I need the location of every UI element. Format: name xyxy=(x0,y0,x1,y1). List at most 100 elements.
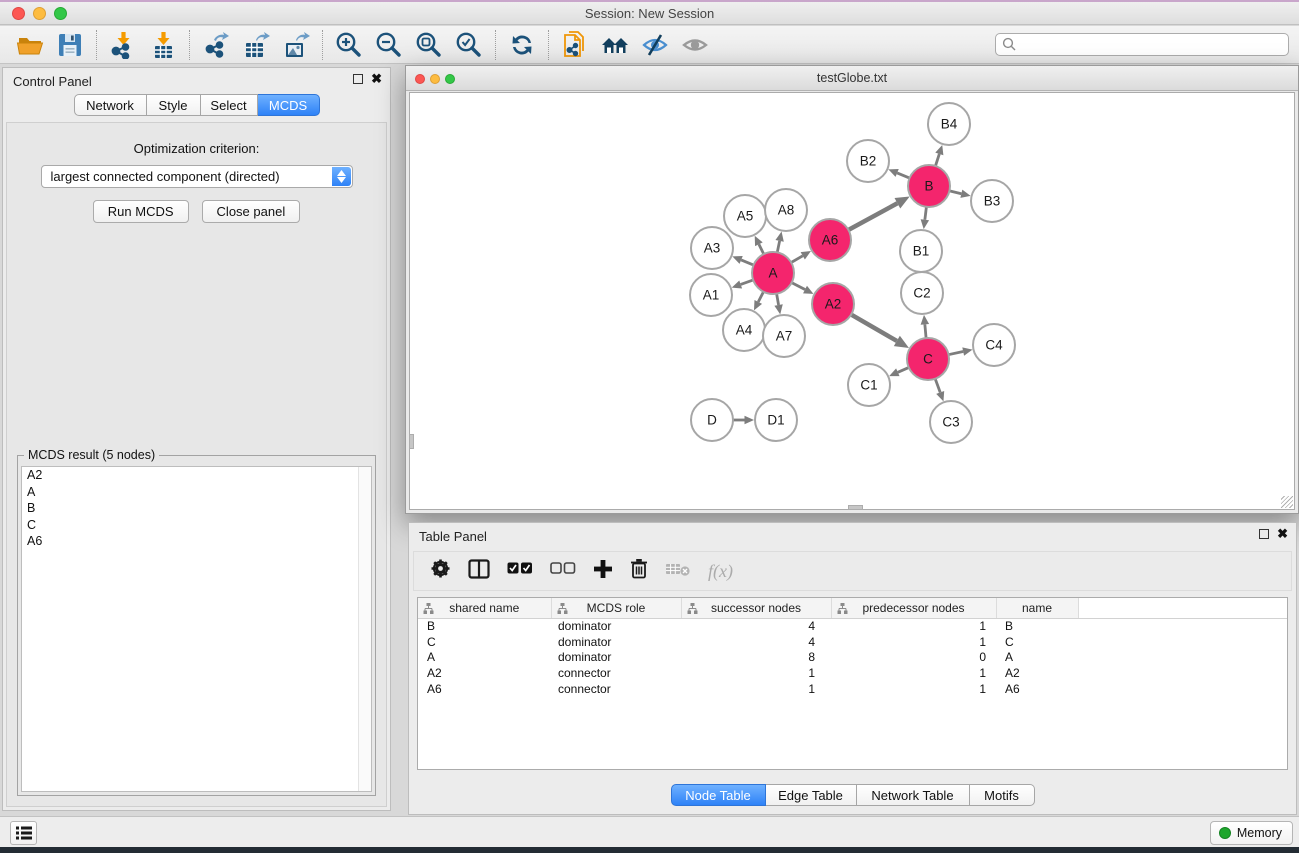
column-header-predecessor-nodes[interactable]: predecessor nodes xyxy=(831,598,996,618)
column-header-successor-nodes[interactable]: successor nodes xyxy=(681,598,831,618)
column-type-icon xyxy=(837,603,848,614)
table-cell[interactable]: A6 xyxy=(418,681,551,697)
close-panel-icon[interactable]: ✖ xyxy=(1277,529,1288,539)
close-panel-button[interactable]: Close panel xyxy=(202,200,301,223)
table-cell[interactable]: 1 xyxy=(831,665,996,681)
table-delete-column-button[interactable] xyxy=(630,558,648,584)
table-row[interactable]: Cdominator41C xyxy=(418,634,1287,650)
table-cell[interactable]: 1 xyxy=(681,681,831,697)
table-cell[interactable]: B xyxy=(996,618,1078,634)
tab-style[interactable]: Style xyxy=(147,94,201,116)
table-cell[interactable]: A xyxy=(418,650,551,666)
tab-edge-table[interactable]: Edge Table xyxy=(766,784,857,806)
tab-mcds[interactable]: MCDS xyxy=(258,94,320,116)
network-window-titlebar[interactable]: testGlobe.txt xyxy=(406,66,1298,91)
canvas-left-handle[interactable] xyxy=(409,434,414,449)
export-image-button[interactable] xyxy=(276,29,316,61)
function-builder-button[interactable]: f(x) xyxy=(708,561,733,582)
table-cell[interactable]: C xyxy=(996,634,1078,650)
zoom-in-button[interactable] xyxy=(329,29,369,61)
table-cell[interactable]: 0 xyxy=(831,650,996,666)
search-input[interactable] xyxy=(1021,38,1271,52)
import-table-button[interactable] xyxy=(143,29,183,61)
mcds-result-item[interactable]: A2 xyxy=(22,467,371,484)
table-cell[interactable]: 1 xyxy=(831,634,996,650)
column-header-filler xyxy=(1078,598,1287,618)
table-add-column-button[interactable] xyxy=(593,559,613,584)
table-cell[interactable]: A xyxy=(996,650,1078,666)
first-neighbors-button[interactable] xyxy=(595,29,635,61)
hide-selected-button[interactable] xyxy=(635,29,675,61)
table-deselect-all-button[interactable] xyxy=(550,562,576,580)
table-cell[interactable]: dominator xyxy=(551,650,681,666)
mcds-result-item[interactable]: A xyxy=(22,484,371,501)
criterion-select[interactable]: largest connected component (directed) xyxy=(41,165,353,188)
application-window: Session: New Session xyxy=(0,2,1299,847)
table-cell[interactable]: connector xyxy=(551,665,681,681)
graph-node-label: D xyxy=(707,413,717,428)
tab-select[interactable]: Select xyxy=(201,94,258,116)
tab-network[interactable]: Network xyxy=(74,94,147,116)
graph-node-label: B xyxy=(924,179,933,194)
toolbar-separator xyxy=(548,30,549,60)
window-resize-grip[interactable] xyxy=(1281,496,1293,508)
new-network-from-selection-button[interactable] xyxy=(555,29,595,61)
graph-node-label: A3 xyxy=(704,241,721,256)
table-cell[interactable]: 1 xyxy=(831,618,996,634)
table-cell[interactable]: A2 xyxy=(418,665,551,681)
mcds-result-item[interactable]: A6 xyxy=(22,533,371,550)
table-cell[interactable]: 4 xyxy=(681,618,831,634)
table-cell[interactable]: 4 xyxy=(681,634,831,650)
import-network-button[interactable] xyxy=(103,29,143,61)
refresh-view-button[interactable] xyxy=(502,29,542,61)
tab-motifs[interactable]: Motifs xyxy=(970,784,1035,806)
table-row[interactable]: Bdominator41B xyxy=(418,618,1287,634)
open-session-button[interactable] xyxy=(10,29,50,61)
export-network-button[interactable] xyxy=(196,29,236,61)
table-cell[interactable]: B xyxy=(418,618,551,634)
table-clear-button[interactable] xyxy=(665,561,691,582)
show-all-button[interactable] xyxy=(675,29,715,61)
tab-node-table[interactable]: Node Table xyxy=(671,784,766,806)
mcds-list-scrollbar[interactable] xyxy=(358,467,371,791)
tab-network-table[interactable]: Network Table xyxy=(857,784,970,806)
zoom-selected-button[interactable] xyxy=(449,29,489,61)
float-panel-icon[interactable] xyxy=(353,74,363,84)
graph-edge-A6-B[interactable] xyxy=(847,203,898,231)
graph-edge-A2-C[interactable] xyxy=(849,314,896,341)
column-header-MCDS-role[interactable]: MCDS role xyxy=(551,598,681,618)
close-panel-icon[interactable]: ✖ xyxy=(371,74,382,84)
table-cell[interactable]: A6 xyxy=(996,681,1078,697)
column-header-shared-name[interactable]: shared name xyxy=(418,598,551,618)
table-column-view-button[interactable] xyxy=(468,559,490,584)
table-row[interactable]: A6connector11A6 xyxy=(418,681,1287,697)
table-row[interactable]: Adominator80A xyxy=(418,650,1287,666)
float-panel-icon[interactable] xyxy=(1259,529,1269,539)
table-cell[interactable]: 1 xyxy=(681,665,831,681)
table-settings-button[interactable] xyxy=(430,558,451,584)
zoom-fit-button[interactable] xyxy=(409,29,449,61)
network-graph[interactable]: B4B2BB3A5A8A6A3AB1A1A2C2A4A7C4CC1C3DD1 xyxy=(410,93,1296,511)
table-cell[interactable]: A2 xyxy=(996,665,1078,681)
table-select-all-button[interactable] xyxy=(507,562,533,580)
save-session-button[interactable] xyxy=(50,29,90,61)
mcds-result-item[interactable]: B xyxy=(22,500,371,517)
unchecked-boxes-icon xyxy=(550,562,576,575)
table-cell[interactable]: connector xyxy=(551,681,681,697)
memory-button[interactable]: Memory xyxy=(1210,821,1293,845)
export-table-button[interactable] xyxy=(236,29,276,61)
table-cell[interactable]: 8 xyxy=(681,650,831,666)
table-cell[interactable]: dominator xyxy=(551,618,681,634)
table-cell[interactable]: 1 xyxy=(831,681,996,697)
column-header-name[interactable]: name xyxy=(996,598,1078,618)
canvas-bottom-handle[interactable] xyxy=(848,505,863,510)
run-mcds-button[interactable]: Run MCDS xyxy=(93,200,189,223)
network-canvas[interactable]: B4B2BB3A5A8A6A3AB1A1A2C2A4A7C4CC1C3DD1 xyxy=(409,92,1295,510)
table-cell[interactable]: dominator xyxy=(551,634,681,650)
table-cell[interactable]: C xyxy=(418,634,551,650)
task-history-button[interactable] xyxy=(10,821,37,845)
table-row[interactable]: A2connector11A2 xyxy=(418,665,1287,681)
mcds-result-item[interactable]: C xyxy=(22,517,371,534)
plus-icon xyxy=(593,559,613,579)
zoom-out-button[interactable] xyxy=(369,29,409,61)
